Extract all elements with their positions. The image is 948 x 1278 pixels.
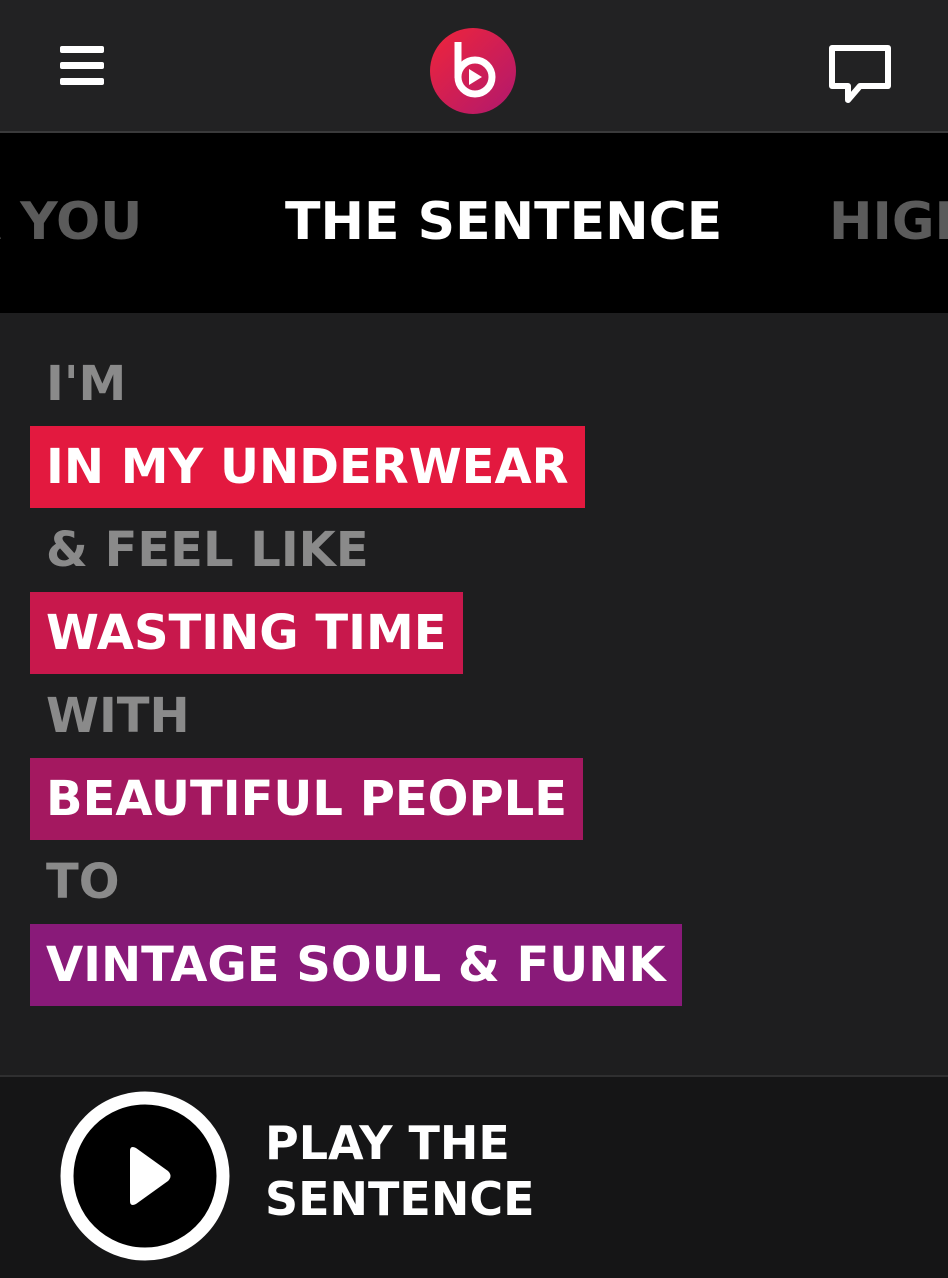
play-label-line2: SENTENCE — [265, 1172, 535, 1226]
top-bar — [0, 0, 948, 133]
beats-logo-icon[interactable] — [430, 28, 516, 114]
hamburger-menu-icon[interactable] — [52, 40, 108, 96]
play-icon[interactable] — [60, 1091, 230, 1261]
sentence-word: WITH — [46, 688, 190, 744]
tab-next[interactable]: HIGH — [829, 191, 948, 253]
speech-bubble-icon[interactable] — [826, 42, 894, 108]
sentence-choice-genre[interactable]: VINTAGE SOUL & FUNK — [30, 924, 682, 1006]
sentence-choice-mood[interactable]: WASTING TIME — [30, 592, 463, 674]
play-label-line1: PLAY THE — [265, 1116, 510, 1170]
play-the-sentence-button[interactable]: PLAY THE SENTENCE — [265, 1115, 685, 1227]
tab-the-sentence[interactable]: THE SENTENCE — [285, 191, 722, 253]
tab-previous[interactable]: R YOU — [0, 191, 142, 253]
sentence-choice-company[interactable]: BEAUTIFUL PEOPLE — [30, 758, 584, 840]
sentence-word: I'M — [46, 356, 127, 412]
sentence-word: & FEEL LIKE — [46, 522, 369, 578]
sentence-word: TO — [46, 854, 120, 910]
sentence-panel: I'M IN MY UNDERWEAR & FEEL LIKE WASTING … — [0, 313, 948, 1075]
sentence-choice-activity[interactable]: IN MY UNDERWEAR — [30, 426, 585, 508]
